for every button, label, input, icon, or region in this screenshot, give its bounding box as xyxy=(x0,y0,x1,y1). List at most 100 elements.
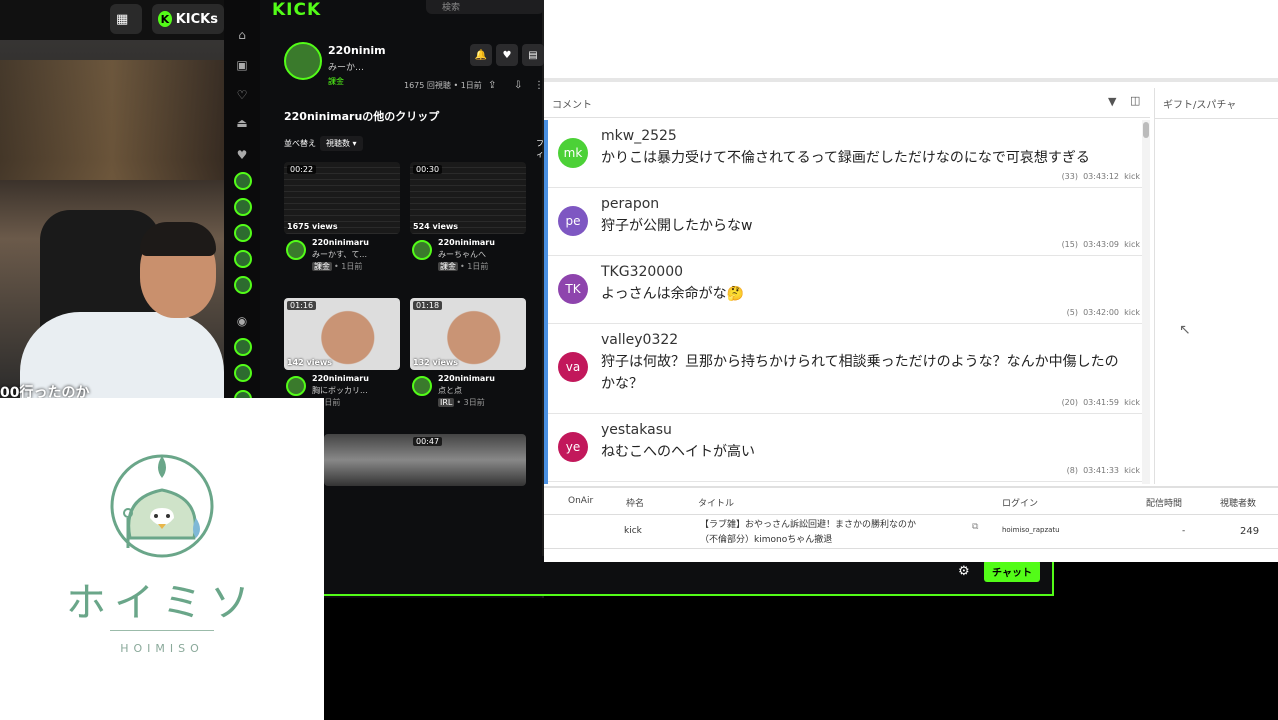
clip-channel-avatar[interactable] xyxy=(286,376,306,396)
followed-channel-avatar[interactable] xyxy=(234,364,252,382)
followed-channel-avatar[interactable] xyxy=(234,250,252,268)
row-login: hoimiso_rapzatu xyxy=(1002,526,1060,534)
share-icon[interactable]: ⇪ xyxy=(488,80,496,91)
streamer-hair xyxy=(140,222,216,256)
comment-meta: (20) 03:41:59 kick xyxy=(1061,398,1140,407)
user-avatar: TK xyxy=(558,274,588,304)
row-viewers: 249 xyxy=(1240,526,1260,537)
download-icon[interactable]: ⇩ xyxy=(514,80,522,91)
clip-thumbnail[interactable]: 01:18 132 views xyxy=(410,298,526,370)
clip-channel-name[interactable]: 220ninimaru xyxy=(312,238,369,247)
comment-list[interactable]: mk mkw_2525 かりこは暴力受けて不倫されてるって録画だしただけなのにな… xyxy=(544,120,1144,484)
filter-icon[interactable]: ▼ xyxy=(1108,95,1116,108)
clip-duration: 00:47 xyxy=(413,437,443,446)
webcam-feed: ▦ K KICKs 00行ったのか xyxy=(0,0,224,398)
channel-name[interactable]: 220ninim xyxy=(328,44,386,57)
kicks-button[interactable]: K KICKs xyxy=(152,4,224,34)
comment-meta: (5) 03:42:00 kick xyxy=(1066,308,1140,317)
user-avatar: va xyxy=(558,352,588,382)
column-header[interactable]: 枠名 xyxy=(626,496,644,509)
filter-label[interactable]: フィ xyxy=(536,138,544,160)
clip-channel-avatar[interactable] xyxy=(412,240,432,260)
column-header[interactable]: 配信時間 xyxy=(1146,496,1182,509)
clip-title[interactable]: みーちゃんへ xyxy=(438,249,486,260)
split-layout-icon[interactable]: ◫ xyxy=(1130,94,1140,107)
following-icon[interactable]: ♥ xyxy=(234,148,250,164)
comment-username: valley0322 xyxy=(601,332,679,348)
clip-title[interactable]: 点と点 xyxy=(438,385,462,396)
clip-thumbnail[interactable]: 01:16 142 views xyxy=(284,298,400,370)
clip-thumbnail[interactable]: 00:22 1675 views xyxy=(284,162,400,234)
user-avatar: mk xyxy=(558,138,588,168)
browse-icon[interactable]: ▣ xyxy=(234,58,250,74)
comment-scrollbar[interactable] xyxy=(1142,120,1150,484)
clip-thumbnail[interactable]: 00:47 xyxy=(410,434,526,486)
layout-button[interactable]: ▦ xyxy=(110,4,142,34)
clip-channel-name[interactable]: 220ninimaru xyxy=(438,238,495,247)
background-shelf xyxy=(0,60,224,180)
comment-header: コメント ▼ ◫ xyxy=(544,88,1150,118)
comment-item[interactable]: va valley0322 狩子は何故？旦那から持ちかけられて相談乗っただけのよ… xyxy=(548,324,1144,414)
followed-channel-avatar[interactable] xyxy=(234,338,252,356)
more-icon[interactable]: ⋮ xyxy=(534,80,544,91)
scrollbar-thumb[interactable] xyxy=(1143,122,1149,138)
clip-category-tag: 課金 xyxy=(312,262,332,271)
column-header[interactable]: OnAir xyxy=(568,496,593,506)
clip-channel-name[interactable]: 220ninimaru xyxy=(312,374,369,383)
follow-heart-icon[interactable]: ♥ xyxy=(496,44,518,66)
mouse-cursor-icon: ↖ xyxy=(1179,322,1191,338)
home-icon[interactable]: ⌂ xyxy=(234,28,250,44)
followed-channel-avatar[interactable] xyxy=(234,276,252,294)
viewer-top-area xyxy=(544,0,1278,82)
webcam-caption: 00行ったのか xyxy=(0,385,90,398)
row-title-line2: （不倫部分）kimonoちゃん撤退 xyxy=(700,535,833,545)
clip-card[interactable]: 00:47 xyxy=(410,434,526,486)
channel-avatar[interactable] xyxy=(284,42,322,80)
gift-panel: ギフト/スパチャ ↖ xyxy=(1154,88,1278,484)
gift-icon[interactable]: ▤ xyxy=(522,44,544,66)
column-header[interactable]: タイトル xyxy=(698,496,734,509)
clip-channel-avatar[interactable] xyxy=(286,240,306,260)
comment-username: TKG320000 xyxy=(601,264,684,280)
chat-button[interactable]: チャット xyxy=(984,560,1040,582)
clips-icon[interactable]: ⏏ xyxy=(234,116,250,132)
column-header[interactable]: 視聴者数 xyxy=(1220,496,1256,509)
clip-views: 524 views xyxy=(413,222,459,231)
comment-item[interactable]: mk mkw_2525 かりこは暴力受けて不倫されてるって録画だしただけなのにな… xyxy=(548,120,1144,188)
clip-channel-name[interactable]: 220ninimaru xyxy=(438,374,495,383)
clip-card[interactable]: 01:18 132 views 220ninimaru 点と点 IRL • 3日前 xyxy=(410,298,526,414)
followed-channel-avatar[interactable] xyxy=(234,172,252,190)
comment-text: 狩子は何故？旦那から持ちかけられて相談乗っただけのような？なんか中傷したのかな？ xyxy=(601,354,1119,392)
hoimiso-mascot-logo xyxy=(110,454,214,558)
clip-category-tag: 課金 xyxy=(438,262,458,271)
followed-channel-avatar[interactable] xyxy=(234,198,252,216)
clip-thumbnail[interactable]: 00:30 524 views xyxy=(410,162,526,234)
followed-channel-avatar[interactable] xyxy=(234,224,252,242)
clip-duration: 01:18 xyxy=(413,301,443,310)
gear-icon[interactable]: ⚙ xyxy=(958,564,970,579)
clip-title[interactable]: 胸にボッカリ... xyxy=(312,385,368,396)
clip-channel-avatar[interactable] xyxy=(412,376,432,396)
clip-duration: 00:30 xyxy=(413,165,443,174)
search-input[interactable]: 検索 xyxy=(426,0,544,14)
heart-icon[interactable]: ♡ xyxy=(234,88,250,104)
comment-item[interactable]: TK TKG320000 よっさんは余命がな🤔 (5) 03:42:00 kic… xyxy=(548,256,1144,324)
logo-subtitle: HOIMISO xyxy=(120,642,204,655)
comment-item[interactable]: ye yestakasu ねむこへのヘイトが高い (8) 03:41:33 ki… xyxy=(548,414,1144,482)
row-duration: - xyxy=(1182,526,1186,536)
clip-title[interactable]: みーかす、て... xyxy=(312,249,367,260)
comment-panel-title: コメント xyxy=(552,100,592,111)
column-header[interactable]: ログイン xyxy=(1002,496,1038,509)
channel-tag: 課金 xyxy=(328,77,344,86)
copy-icon[interactable]: ⧉ xyxy=(972,522,978,532)
notification-bell-icon[interactable]: 🔔 xyxy=(470,44,492,66)
table-divider xyxy=(544,548,1278,549)
sort-dropdown[interactable]: 視聴数 ▾ xyxy=(320,136,363,151)
clip-card[interactable]: 01:16 142 views 220ninimaru 胸にボッカリ... • … xyxy=(284,298,400,414)
comment-item[interactable]: pe perapon 狩子が公開したからなw (15) 03:43:09 kic… xyxy=(548,188,1144,256)
live-icon[interactable]: ◉ xyxy=(234,314,250,330)
clip-card[interactable]: 00:22 1675 views 220ninimaru みーかす、て... 課… xyxy=(284,162,400,278)
row-title-line1: 【ラブ雑】おやっさん訴訟回避！まさかの勝利なのか xyxy=(700,520,917,530)
kick-logo[interactable]: KICK xyxy=(272,0,321,20)
clip-card[interactable]: 00:30 524 views 220ninimaru みーちゃんへ 課金 • 1… xyxy=(410,162,526,278)
